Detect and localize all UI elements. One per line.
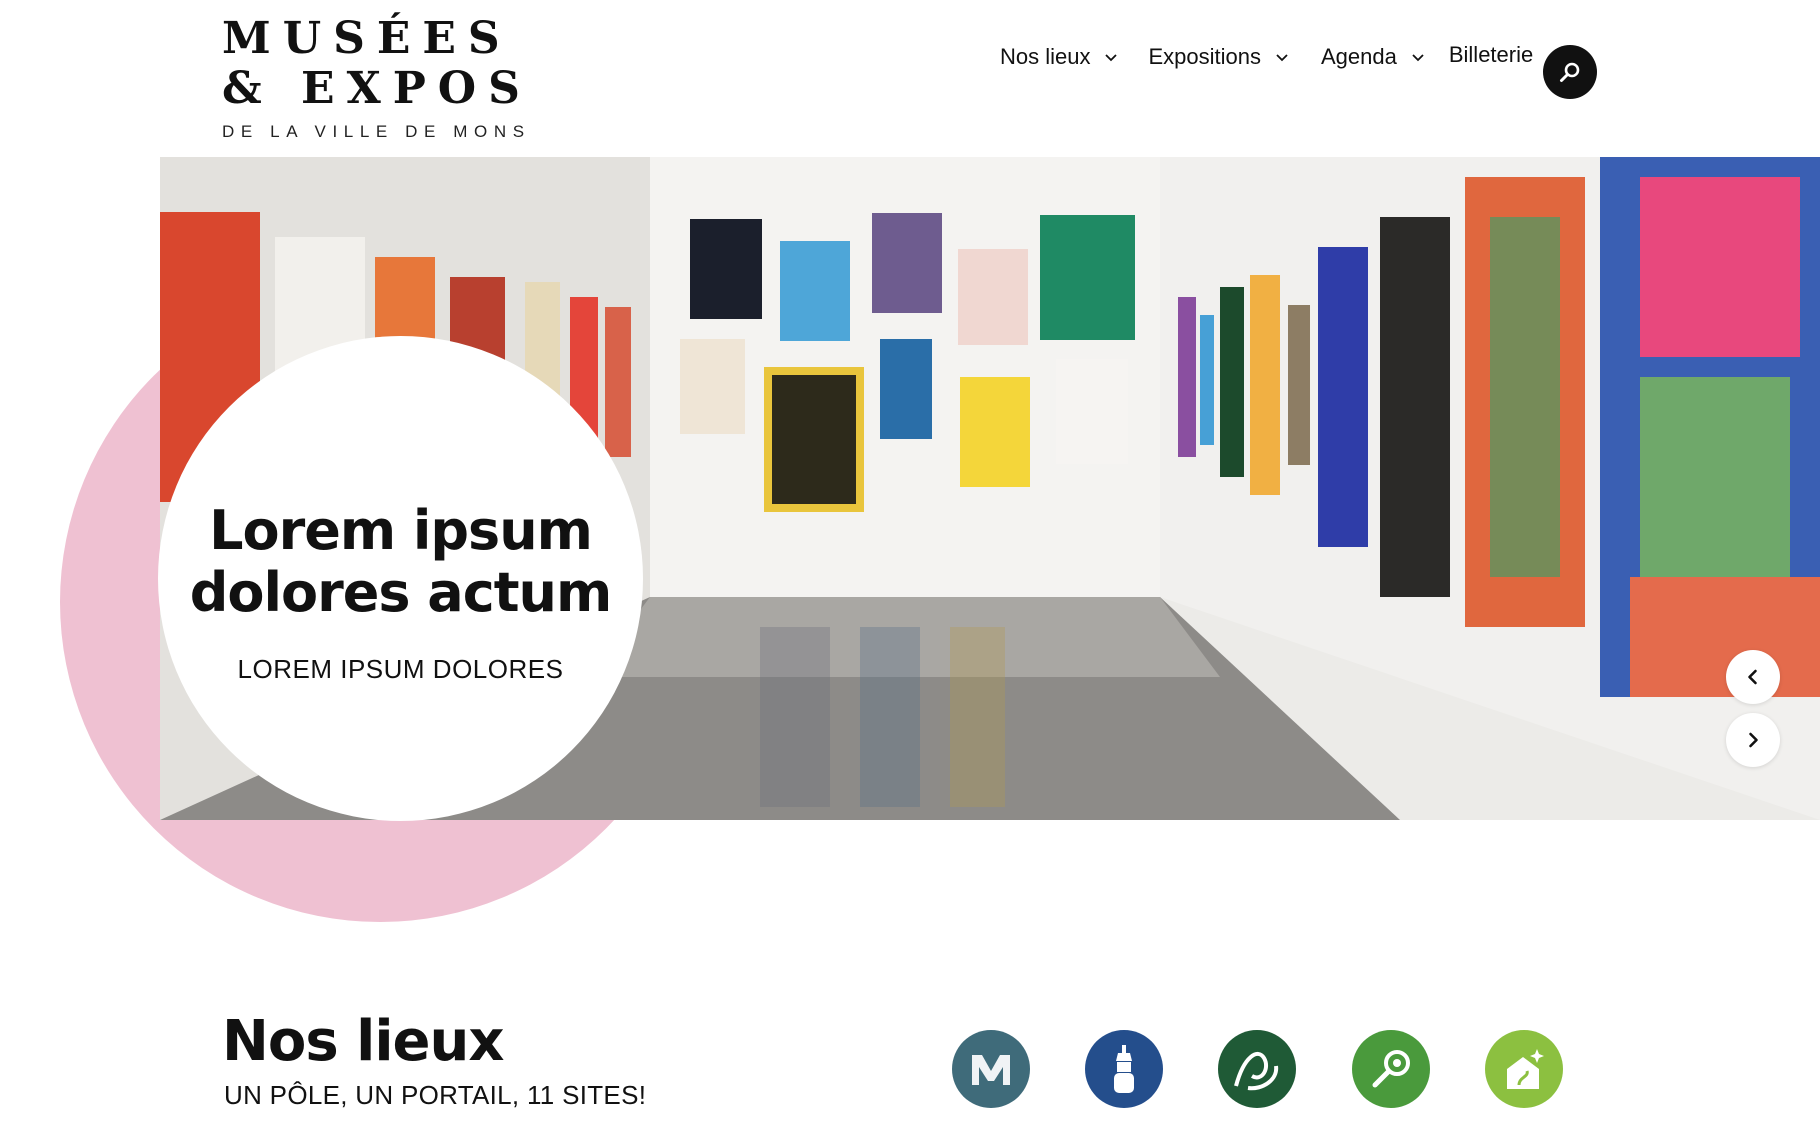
- venue-link-3[interactable]: [1218, 1030, 1296, 1108]
- site-logo[interactable]: MUSÉES & EXPOS DE LA VILLE DE MONS: [222, 13, 532, 142]
- carousel-prev-button[interactable]: [1726, 650, 1780, 704]
- places-title: Nos lieux: [222, 1009, 505, 1074]
- chevron-down-icon: [1412, 54, 1424, 62]
- carousel-next-button[interactable]: [1726, 713, 1780, 767]
- nav-item-nos-lieux[interactable]: Nos lieux: [1000, 44, 1118, 70]
- chevron-right-icon: [1749, 732, 1758, 748]
- nav-label: Expositions: [1148, 44, 1261, 69]
- ribbon-icon: [1234, 1051, 1279, 1091]
- places-subtitle: UN PÔLE, UN PORTAIL, 11 SITES!: [224, 1080, 647, 1110]
- house-sparkle-icon: [1507, 1049, 1544, 1089]
- hero-caption-circle: Lorem ipsum dolores actum LOREM IPSUM DO…: [158, 336, 643, 821]
- logo-line-2: & EXPOS: [222, 63, 532, 114]
- nav-label: Agenda: [1321, 44, 1397, 69]
- nav-item-expositions[interactable]: Expositions: [1148, 44, 1289, 70]
- nav-item-agenda[interactable]: Agenda: [1321, 44, 1425, 70]
- search-button[interactable]: [1543, 45, 1597, 99]
- hero-subtitle: LOREM IPSUM DOLORES: [237, 654, 564, 684]
- chevron-down-icon: [1105, 54, 1118, 62]
- nav-label: Billeterie: [1448, 42, 1534, 67]
- hero-title: Lorem ipsum dolores actum: [189, 499, 613, 624]
- nav-label: Nos lieux: [1000, 44, 1091, 69]
- venue-link-1[interactable]: [952, 1030, 1030, 1108]
- nav-item-billeterie[interactable]: Billeterie: [1449, 42, 1533, 68]
- search-icon: [1560, 62, 1580, 82]
- museum-m-icon: [972, 1055, 1010, 1085]
- belfry-icon: [1114, 1045, 1134, 1093]
- magnifier-icon: [1372, 1050, 1410, 1088]
- logo-line-1: MUSÉES: [222, 13, 512, 64]
- venue-link-5[interactable]: [1485, 1030, 1563, 1108]
- chevron-left-icon: [1748, 669, 1757, 685]
- chevron-down-icon: [1276, 54, 1288, 62]
- logo-tagline: DE LA VILLE DE MONS: [222, 122, 531, 141]
- venue-link-4[interactable]: [1352, 1030, 1430, 1108]
- venue-link-2[interactable]: [1085, 1030, 1163, 1108]
- main-nav: Nos lieux Expositions Agenda Billeterie: [980, 42, 1533, 70]
